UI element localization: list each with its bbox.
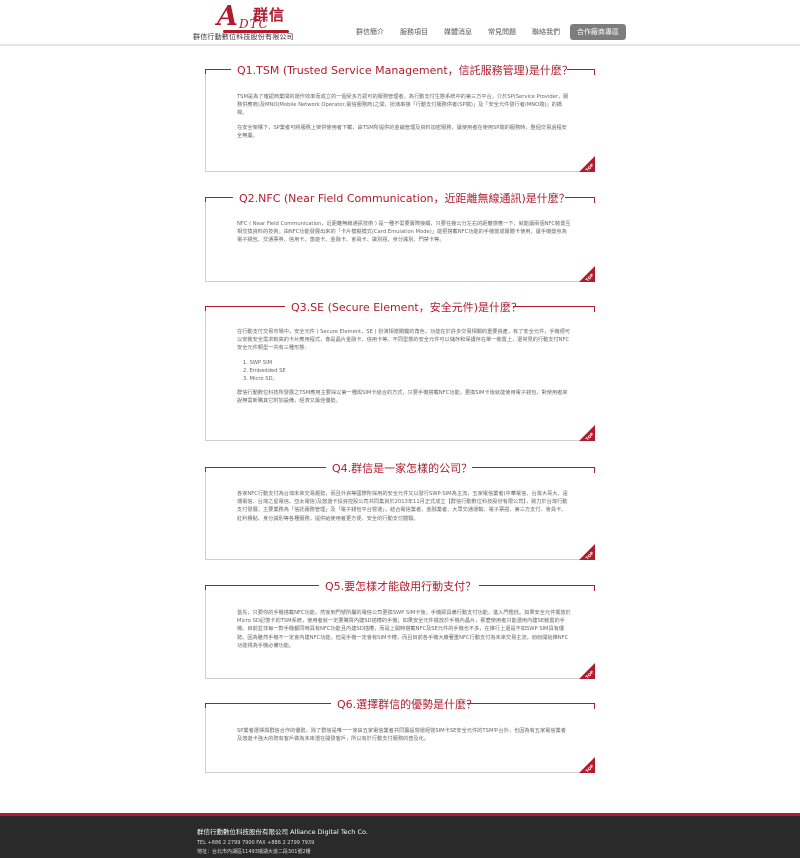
back-to-top-button[interactable]: TOP [579, 544, 595, 560]
nav-faq[interactable]: 常見問題 [480, 24, 524, 40]
faq-section-6: Q6.選擇群信的優勢是什麼？ SP業者選擇與群信合作的優勢，除了群信是唯一一家由… [205, 696, 595, 773]
answer-text: TSM是為了確認商業間的運作效率而成立的一個受多方認可的服務管理者，為行動支付生… [237, 93, 571, 146]
title-hook-right [594, 306, 595, 312]
footer-address: 地址：台北市內湖區11493瑞湖大道二段301號2樓 [197, 849, 311, 855]
faq-section-4: Q4.群信是一家怎樣的公司？ 各家NFC行動支付為台灣未來交易趨勢，而且外資等國… [205, 460, 595, 560]
nav-partners[interactable]: 合作廠商專區 [570, 24, 626, 40]
answer-paragraph: 在安全架構下，SP業者可將服務上架供使用者下載，由TSM所提供的金鑰管理及資料加… [237, 124, 567, 139]
title-hook [205, 306, 213, 312]
box-left-border [205, 590, 206, 679]
box-left-border [205, 472, 206, 560]
title-hook [205, 585, 213, 591]
question-title: Q3.SE (Secure Element，安全元件)是什麼？ [287, 299, 527, 315]
question-row: Q5.要怎樣才能啟用行動支付？ [205, 578, 595, 594]
back-to-top-button[interactable]: TOP [579, 425, 595, 441]
back-to-top-button[interactable]: TOP [579, 266, 595, 282]
title-hook [205, 467, 213, 473]
header-divider [0, 44, 800, 46]
question-title: Q6.選擇群信的優勢是什麼？ [333, 696, 482, 712]
site-header: A DTC 群信 群信行動數位科技股份有限公司 群信簡介 服務項目 媒體消息 常… [0, 0, 800, 45]
answer-text: SP業者選擇與群信合作的優勢，除了群信是唯一一家由五家電信業者共同籌設營運經營S… [237, 727, 571, 749]
title-rule-right [513, 306, 595, 307]
title-rule-right [467, 703, 595, 704]
title-rule-left [205, 585, 319, 586]
back-to-top-button[interactable]: TOP [579, 156, 595, 172]
site-footer [0, 816, 800, 858]
footer-contact: TEL +886 2 2799 7900 FAX +886 2 2799 793… [197, 840, 315, 846]
answer-text: 各家NFC行動支付為台灣未來交易趨勢，而且外資等國際所採用的安全元件又以發行SW… [237, 490, 571, 529]
faq-section-2: Q2.NFC (Near Field Communication，近距離無線通訊… [205, 190, 595, 282]
answer-paragraph: TSM是為了確認商業間的運作效率而成立的一個受多方認可的服務管理者，為行動支付生… [237, 94, 569, 117]
logo-chinese: 群信 [253, 6, 286, 24]
back-to-top-button[interactable]: TOP [579, 663, 595, 679]
answer-paragraph: SP業者選擇與群信合作的優勢，除了群信是唯一一家由五家電信業者共同籌設營運經營S… [237, 728, 566, 743]
title-hook [205, 703, 213, 709]
answer-paragraph: 在行動支付交易市場中，安全元件 ( Secure Element，SE ) 扮演… [237, 329, 571, 352]
question-title: Q4.群信是一家怎樣的公司？ [328, 460, 477, 476]
title-hook-right [594, 197, 595, 203]
answer-paragraph: 群信行動數位科技所發展之TSM應用主要採以第一種與SIM卡結合的方式，只要手機搭… [237, 390, 568, 405]
logo-letter: A [217, 1, 238, 32]
faq-section-1: Q1.TSM (Trusted Service Management，信託服務管… [205, 62, 595, 172]
title-hook-right [594, 69, 595, 75]
answer-text: 在行動支付交易市場中，安全元件 ( Secure Element，SE ) 扮演… [237, 328, 571, 412]
box-left-border [205, 708, 206, 773]
list-item: 3. Micro SD。 [243, 376, 278, 383]
question-row: Q6.選擇群信的優勢是什麼？ [205, 696, 595, 712]
se-type-list: 1. SWP SIM 2. Embedded SE 3. Micro SD。 [237, 359, 571, 384]
answer-paragraph: NFC ( Near Field Communication，近距離無線通訊技術… [237, 221, 571, 244]
question-title: Q5.要怎樣才能啟用行動支付？ [321, 578, 481, 594]
question-title: Q2.NFC (Near Field Communication，近距離無線通訊… [235, 190, 574, 206]
nav-services[interactable]: 服務項目 [392, 24, 436, 40]
box-left-border [205, 74, 206, 172]
title-rule-right [565, 197, 595, 198]
nav-about[interactable]: 群信簡介 [348, 24, 392, 40]
title-hook-right [594, 585, 595, 591]
title-rule-right [472, 467, 595, 468]
list-item: 2. Embedded SE [243, 367, 286, 374]
question-row: Q4.群信是一家怎樣的公司？ [205, 460, 595, 476]
list-item: 1. SWP SIM [243, 359, 273, 366]
box-left-border [205, 202, 206, 282]
nav-contact[interactable]: 聯絡我們 [524, 24, 568, 40]
question-row: Q2.NFC (Near Field Communication，近距離無線通訊… [205, 190, 595, 206]
question-row: Q1.TSM (Trusted Service Management，信託服務管… [205, 62, 595, 78]
faq-section-5: Q5.要怎樣才能啟用行動支付？ 首先，只要你的手機搭載NFC功能，然後到門號所屬… [205, 578, 595, 679]
question-title: Q1.TSM (Trusted Service Management，信託服務管… [233, 62, 577, 78]
answer-text: NFC ( Near Field Communication，近距離無線通訊技術… [237, 220, 571, 251]
box-bottom-border [205, 281, 595, 282]
nav-news[interactable]: 媒體消息 [436, 24, 480, 40]
box-bottom-border [205, 678, 595, 679]
box-bottom-border [205, 772, 595, 773]
title-hook-right [594, 703, 595, 709]
box-bottom-border [205, 440, 595, 441]
title-hook [205, 69, 213, 75]
footer-company: 群信行動數位科技股份有限公司 Alliance Digital Tech Co. [197, 828, 368, 836]
back-to-top-button[interactable]: TOP [579, 757, 595, 773]
faq-section-3: Q3.SE (Secure Element，安全元件)是什麼？ 在行動支付交易市… [205, 299, 595, 441]
company-name: 群信行動數位科技股份有限公司 [193, 33, 294, 41]
title-rule-right [479, 585, 595, 586]
box-left-border [205, 311, 206, 441]
answer-paragraph: 首先，只要你的手機搭載NFC功能，然後到門號所屬的電信公司更換SWP SIM卡後… [237, 610, 571, 649]
title-rule-right [567, 69, 595, 70]
box-bottom-border [205, 171, 595, 172]
box-bottom-border [205, 559, 595, 560]
title-rule-left [205, 306, 285, 307]
answer-paragraph: 各家NFC行動支付為台灣未來交易趨勢，而且外資等國際所採用的安全元件又以發行SW… [237, 491, 568, 522]
main-nav: 群信簡介 服務項目 媒體消息 常見問題 聯絡我們 合作廠商專區 [348, 24, 626, 40]
title-rule-left [205, 467, 326, 468]
title-hook-right [594, 467, 595, 473]
title-rule-left [205, 703, 331, 704]
question-row: Q3.SE (Secure Element，安全元件)是什麼？ [205, 299, 595, 315]
title-hook [205, 197, 213, 203]
answer-text: 首先，只要你的手機搭載NFC功能，然後到門號所屬的電信公司更換SWP SIM卡後… [237, 609, 571, 656]
